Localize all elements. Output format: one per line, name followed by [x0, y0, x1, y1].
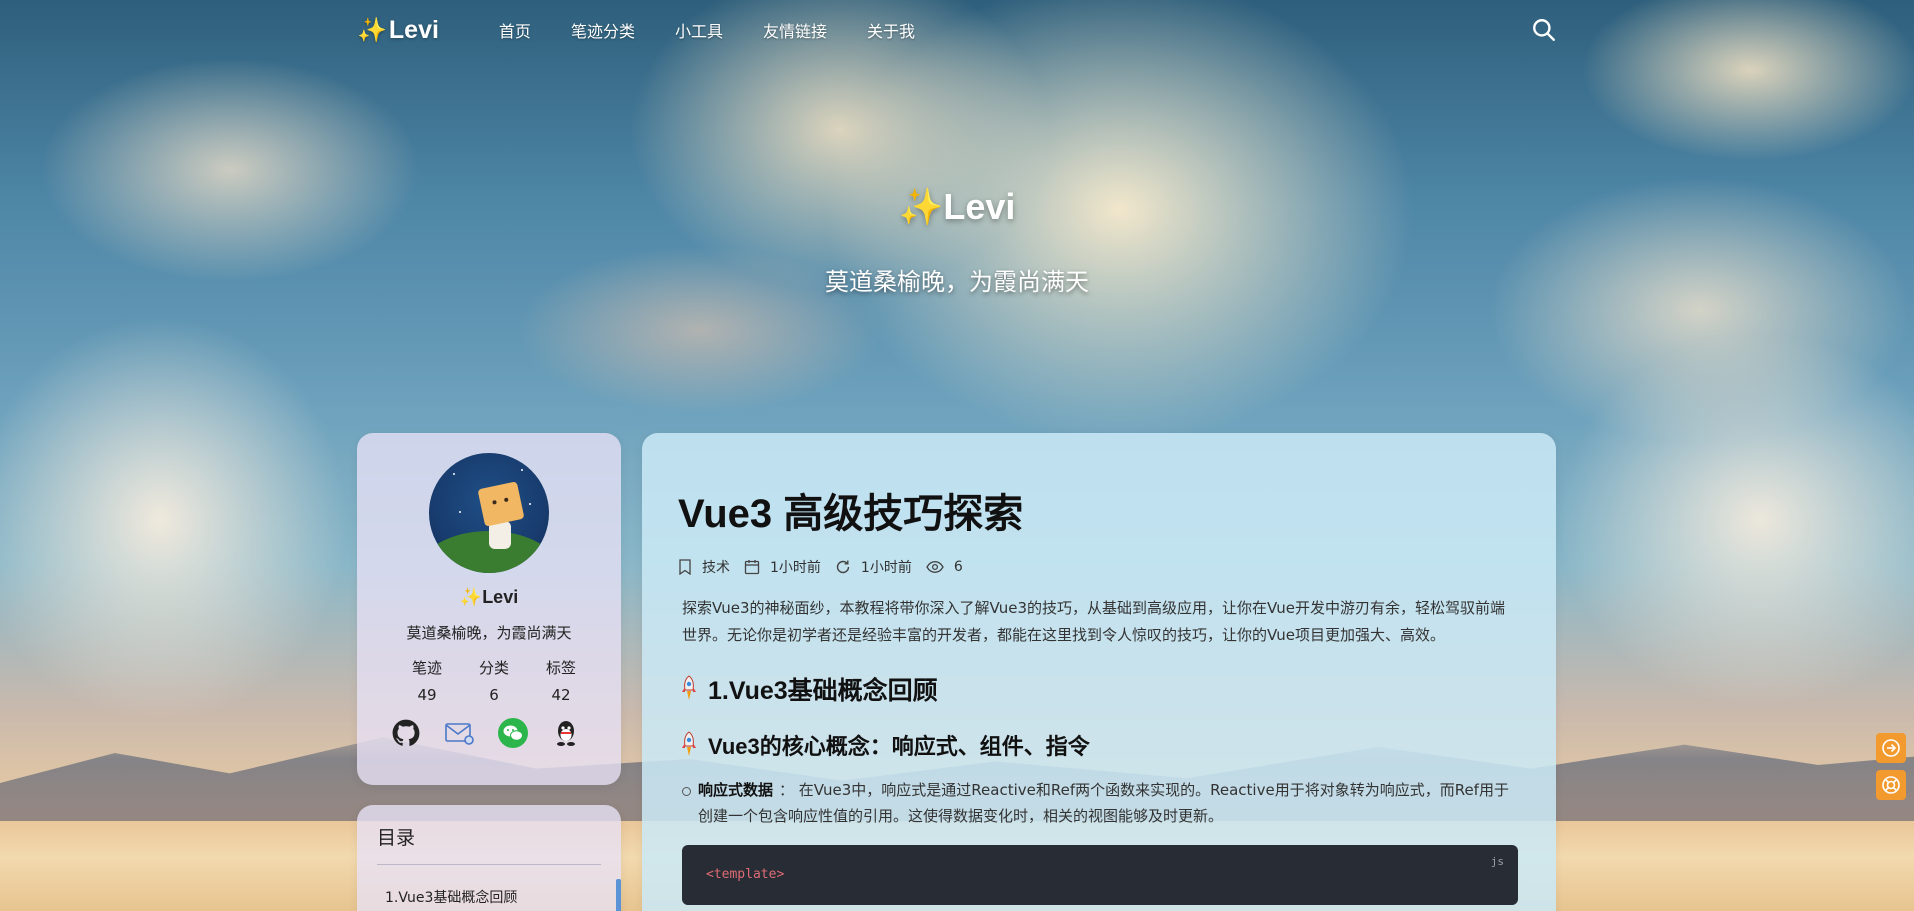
code-block[interactable]: js <template> — [682, 845, 1518, 905]
meta-views: 6 — [926, 559, 963, 575]
calendar-icon — [744, 560, 760, 575]
article-meta: 技术 1小时前 1小时前 6 — [678, 557, 1516, 577]
section-heading: 1.Vue3基础概念回顾 — [678, 671, 1516, 707]
hero-title-text: Levi — [943, 186, 1016, 227]
article-card: Vue3 高级技巧探索 技术 1小时前 1小时前 6 探索Vue3的神秘面纱，本… — [642, 433, 1556, 911]
avatar-box-head — [477, 481, 525, 527]
star-dot — [529, 503, 531, 505]
sparkles-icon: ✨ — [357, 16, 387, 44]
list-item-desc: ： 在Vue3中，响应式是通过Reactive和Ref两个函数来实现的。Reac… — [698, 781, 1509, 825]
subsection-heading-text: Vue3的核心概念：响应式、组件、指令 — [708, 734, 1090, 759]
code-lang-label: js — [1490, 855, 1504, 868]
article-title: Vue3 高级技巧探索 — [678, 492, 1024, 536]
brand-name: Levi — [388, 15, 439, 44]
stat-categories[interactable]: 分类 6 — [464, 657, 524, 704]
top-nav: ✨ Levi 首页 笔迹分类 小工具 友情链接 关于我 — [357, 0, 1557, 60]
meta-created-text: 1小时前 — [770, 560, 821, 576]
meta-views-text: 6 — [953, 559, 963, 575]
subsection-heading: Vue3的核心概念：响应式、组件、指令 — [678, 729, 1516, 761]
qq-icon[interactable] — [551, 718, 581, 748]
github-icon[interactable] — [391, 718, 421, 748]
stat-label: 标签 — [545, 659, 576, 677]
refresh-icon — [836, 560, 850, 574]
nav-item-tools[interactable]: 小工具 — [655, 18, 743, 42]
nav-item-links[interactable]: 友情链接 — [743, 18, 847, 42]
rocket-icon — [682, 675, 696, 700]
stat-value: 42 — [551, 686, 571, 704]
rocket-icon — [682, 731, 696, 756]
meta-updated: 1小时前 — [835, 557, 912, 577]
lifebuoy-icon — [1882, 776, 1900, 794]
stat-label: 分类 — [478, 659, 509, 677]
toc-card: 目录 1.Vue3基础概念回顾 — [357, 805, 621, 911]
stat-tags[interactable]: 标签 42 — [531, 657, 591, 704]
stat-posts[interactable]: 笔迹 49 — [397, 657, 457, 704]
star-dot — [521, 469, 523, 471]
email-icon[interactable] — [444, 718, 475, 748]
hero-subtitle: 莫道桑榆晚，为霞尚满天 — [825, 268, 1089, 296]
code-line: <template> — [706, 867, 785, 882]
theme-toggle-button[interactable] — [1876, 770, 1906, 800]
profile-motto: 莫道桑榆晚，为霞尚满天 — [406, 624, 572, 642]
concept-list: 响应式数据： 在Vue3中，响应式是通过Reactive和Ref两个函数来实现的… — [678, 777, 1516, 829]
wechat-icon[interactable] — [497, 718, 528, 748]
toc-scrollbar[interactable] — [616, 879, 621, 911]
hero-title: ✨Levi — [0, 186, 1914, 228]
brand-logo[interactable]: ✨ Levi — [357, 16, 439, 45]
nav-menu: 首页 笔迹分类 小工具 友情链接 关于我 — [479, 18, 935, 42]
article-lead: 探索Vue3的神秘面纱，本教程将带你深入了解Vue3的技巧，从基础到高级应用，让… — [682, 599, 1506, 644]
navigate-arrow-button[interactable] — [1876, 733, 1906, 763]
social-links — [357, 718, 621, 748]
meta-updated-text: 1小时前 — [860, 560, 912, 576]
eye-icon — [926, 561, 944, 573]
section-heading-text: 1.Vue3基础概念回顾 — [708, 677, 938, 705]
star-dot — [453, 473, 455, 475]
meta-category-text: 技术 — [702, 560, 730, 576]
toc-title: 目录 — [377, 823, 601, 865]
sparkles-icon: ✨ — [898, 186, 944, 227]
profile-name: ✨Levi — [357, 587, 621, 608]
avatar[interactable] — [429, 453, 549, 573]
stat-label: 笔迹 — [411, 659, 442, 677]
sparkles-icon: ✨ — [459, 587, 483, 607]
nav-item-home[interactable]: 首页 — [479, 18, 551, 42]
arrow-right-circle-icon — [1882, 739, 1900, 757]
profile-stats: 笔迹 49 分类 6 标签 42 — [357, 657, 621, 704]
star-dot — [459, 511, 461, 513]
bookmark-icon — [679, 559, 691, 575]
profile-card: ✨Levi 莫道桑榆晚，为霞尚满天 笔迹 49 分类 6 标签 42 — [357, 433, 621, 785]
search-icon[interactable] — [1531, 17, 1557, 43]
meta-category[interactable]: 技术 — [678, 557, 730, 577]
nav-item-categories[interactable]: 笔迹分类 — [551, 18, 655, 42]
profile-name-text: Levi — [482, 587, 519, 607]
list-item: 响应式数据： 在Vue3中，响应式是通过Reactive和Ref两个函数来实现的… — [682, 777, 1516, 829]
stat-value: 49 — [417, 686, 437, 704]
nav-item-about[interactable]: 关于我 — [847, 18, 935, 42]
meta-created: 1小时前 — [744, 557, 821, 577]
toc-item[interactable]: 1.Vue3基础概念回顾 — [377, 887, 601, 907]
stat-value: 6 — [489, 686, 499, 704]
list-item-term: 响应式数据 — [698, 781, 774, 799]
